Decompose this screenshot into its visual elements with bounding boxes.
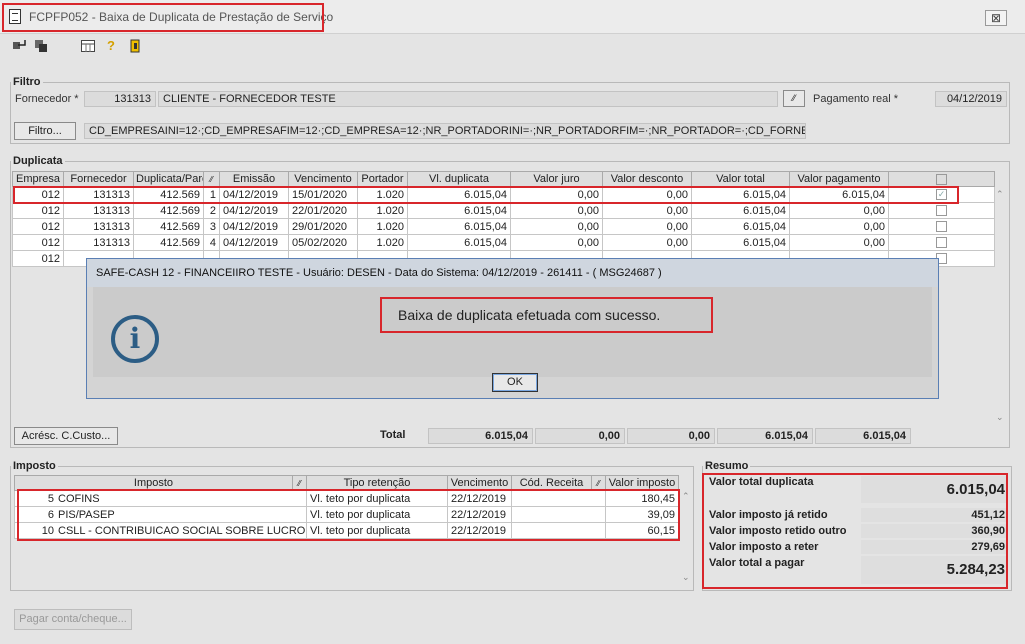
cell-valor-pagamento: 0,00: [789, 202, 889, 219]
cell-duplicata: 412.569: [133, 234, 204, 251]
cell-valor-juro: 0,00: [510, 218, 603, 235]
duplicata-legend: Duplicata: [13, 155, 63, 167]
message-dialog: SAFE-CASH 12 - FINANCEIIRO TESTE - Usuár…: [86, 258, 939, 399]
cell-fornecedor: 131313: [63, 202, 134, 219]
cell-valor-juro: 0,00: [510, 234, 603, 251]
col-valor-total[interactable]: Valor total: [691, 171, 790, 187]
ok-button[interactable]: OK: [492, 373, 538, 392]
row-checkbox[interactable]: [936, 221, 947, 233]
acresc-ccusto-button[interactable]: Acrésc. C.Custo...: [14, 427, 118, 445]
duplicata-row[interactable]: 012 131313 412.569 3 04/12/2019 29/01/2020 1.0…: [12, 218, 995, 235]
pagar-conta-button[interactable]: Pagar conta/cheque...: [14, 609, 132, 630]
exit-icon[interactable]: [128, 39, 142, 53]
fornecedor-code-field[interactable]: 131313: [84, 91, 156, 107]
cell-parcela: 2: [203, 202, 220, 219]
total-valor-desconto: 0,00: [627, 428, 715, 444]
col-select-all[interactable]: [888, 171, 995, 187]
cell-empresa: 012: [12, 250, 64, 267]
cell-vl-duplicata: 6.015,04: [407, 218, 511, 235]
cell-parcela: 3: [203, 218, 220, 235]
cell-select: [888, 234, 995, 251]
cell-vencimento: 05/02/2020: [288, 234, 358, 251]
total-vl-duplicata: 6.015,04: [428, 428, 533, 444]
cell-valor-total: 6.015,04: [691, 218, 790, 235]
help-icon[interactable]: ?: [104, 39, 118, 53]
imposto-highlight: [17, 489, 680, 541]
filtro-legend: Filtro: [13, 76, 41, 88]
cell-fornecedor: 131313: [63, 218, 134, 235]
cell-valor-total: 6.015,04: [691, 234, 790, 251]
col-vencimento[interactable]: Vencimento: [288, 171, 358, 187]
duplicata-row[interactable]: 012 131313 412.569 2 04/12/2019 22/01/2020 1.0…: [12, 202, 995, 219]
resumo-highlight: [702, 473, 1008, 589]
title-highlight: [2, 3, 324, 32]
imposto-legend: Imposto: [13, 460, 56, 472]
col-emissao[interactable]: Emissão: [219, 171, 289, 187]
total-valor-pagamento: 6.015,04: [815, 428, 911, 444]
filtro-button[interactable]: Filtro...: [14, 122, 76, 140]
col-valor-desconto[interactable]: Valor desconto: [602, 171, 692, 187]
info-icon: i: [111, 315, 159, 363]
fornecedor-name-field: CLIENTE - FORNECEDOR TESTE: [158, 91, 778, 107]
dialog-title: SAFE-CASH 12 - FINANCEIIRO TESTE - Usuár…: [87, 259, 938, 287]
row-checkbox[interactable]: [936, 237, 947, 249]
col-valor-juro[interactable]: Valor juro: [510, 171, 603, 187]
cell-select: [888, 202, 995, 219]
total-label: Total: [380, 429, 406, 441]
fornecedor-lookup-button[interactable]: ⁄⁄: [783, 90, 805, 107]
cell-duplicata: 412.569: [133, 218, 204, 235]
resumo-legend: Resumo: [705, 460, 749, 472]
cell-valor-desconto: 0,00: [602, 218, 692, 235]
grid-arrow-icon[interactable]: [34, 39, 48, 53]
cell-empresa: 012: [12, 234, 64, 251]
total-valor-juro: 0,00: [535, 428, 625, 444]
select-all-checkbox[interactable]: [936, 173, 947, 185]
col-fornecedor[interactable]: Fornecedor: [63, 171, 134, 187]
cell-valor-desconto: 0,00: [602, 202, 692, 219]
cell-vencimento: 22/01/2020: [288, 202, 358, 219]
fornecedor-label: Fornecedor *: [15, 93, 79, 105]
total-valor-total: 6.015,04: [717, 428, 813, 444]
imposto-scroll-up-icon[interactable]: ⌃: [682, 491, 690, 502]
cell-portador: 1.020: [357, 202, 408, 219]
cell-valor-juro: 0,00: [510, 202, 603, 219]
cell-vencimento: 29/01/2020: [288, 218, 358, 235]
cell-valor-pagamento: 0,00: [789, 218, 889, 235]
scroll-up-icon[interactable]: ⌃: [996, 189, 1004, 200]
close-icon[interactable]: ⊠: [985, 10, 1007, 26]
col-vl-duplicata[interactable]: Vl. duplicata: [407, 171, 511, 187]
cell-emissao: 04/12/2019: [219, 202, 289, 219]
cell-valor-desconto: 0,00: [602, 234, 692, 251]
col-valor-pagamento[interactable]: Valor pagamento: [789, 171, 889, 187]
filtro-text-field: CD_EMPRESAINI=12·;CD_EMPRESAFIM=12·;CD_E…: [84, 123, 806, 139]
cell-duplicata: 412.569: [133, 202, 204, 219]
cell-vl-duplicata: 6.015,04: [407, 234, 511, 251]
cell-portador: 1.020: [357, 234, 408, 251]
duplicata-row[interactable]: 012 131313 412.569 4 04/12/2019 05/02/2020 1.0…: [12, 234, 995, 251]
pagamento-field[interactable]: 04/12/2019: [935, 91, 1007, 107]
col-empresa[interactable]: Empresa: [12, 171, 64, 187]
cell-emissao: 04/12/2019: [219, 218, 289, 235]
imposto-scroll-down-icon[interactable]: ⌄: [682, 572, 690, 583]
cell-portador: 1.020: [357, 218, 408, 235]
cell-vl-duplicata: 6.015,04: [407, 202, 511, 219]
cell-empresa: 012: [12, 202, 64, 219]
calculator-icon[interactable]: [81, 39, 95, 53]
cell-parcela: 4: [203, 234, 220, 251]
col-portador[interactable]: Portador: [357, 171, 408, 187]
cell-valor-pagamento: 0,00: [789, 234, 889, 251]
dialog-message: Baixa de duplicata efetuada com sucesso.: [380, 297, 713, 333]
col-duplicata-parc[interactable]: Duplicata/Parc.: [133, 171, 204, 187]
cell-empresa: 012: [12, 218, 64, 235]
cell-select: [888, 218, 995, 235]
col-parc-sort[interactable]: ⁄⁄: [203, 171, 220, 187]
pagamento-label: Pagamento real *: [813, 93, 898, 105]
row-checkbox[interactable]: [936, 205, 947, 217]
scroll-down-icon[interactable]: ⌄: [996, 412, 1004, 423]
cell-emissao: 04/12/2019: [219, 234, 289, 251]
cell-valor-total: 6.015,04: [691, 202, 790, 219]
row-highlight: [13, 186, 959, 204]
cell-fornecedor: 131313: [63, 234, 134, 251]
arrow-icon[interactable]: [12, 39, 26, 53]
